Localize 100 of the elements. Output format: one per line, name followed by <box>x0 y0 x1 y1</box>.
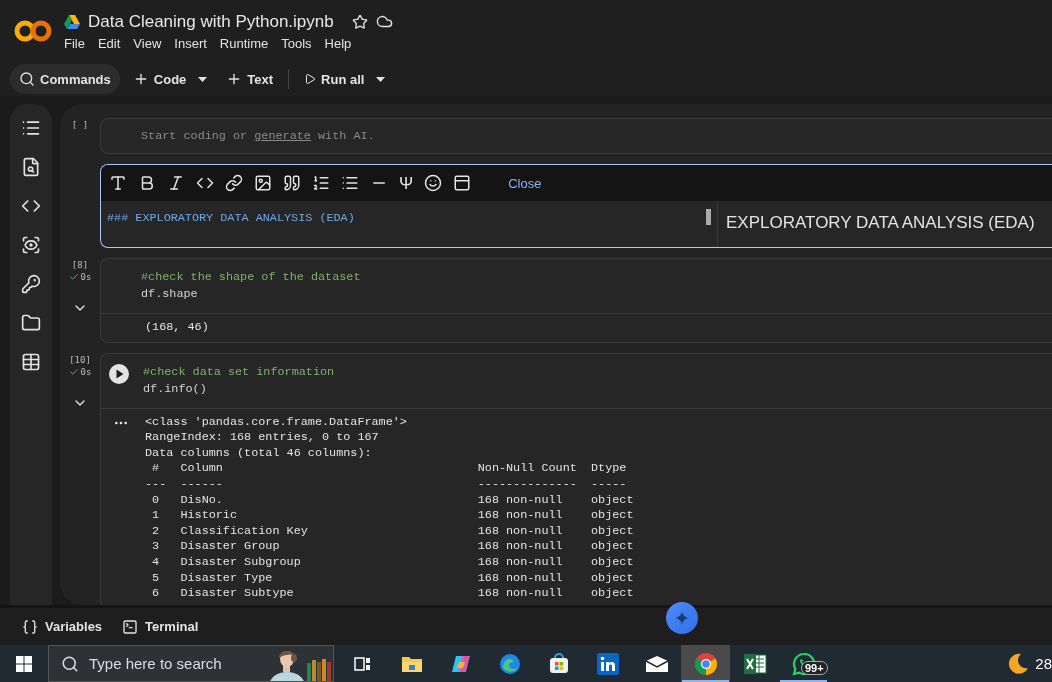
latex-button[interactable]: Ψ <box>399 174 414 192</box>
cloud-icon[interactable] <box>375 13 393 30</box>
table-cell-text: Disaster Type <box>180 570 274 587</box>
table-cell-text: 3 <box>151 539 161 555</box>
code-comment: #check the shape of the dataset <box>141 269 361 286</box>
run-cell-button[interactable] <box>109 363 129 384</box>
header-rule: ----- <box>591 476 628 493</box>
column-header: # <box>151 461 161 477</box>
table-cell-text: 6 <box>151 586 161 602</box>
commands-button[interactable]: Commands <box>10 64 120 94</box>
panel-icon[interactable] <box>453 174 472 192</box>
copilot-icon <box>449 653 472 674</box>
code-cell[interactable] <box>100 352 1052 605</box>
menu-item[interactable]: Help <box>324 35 352 51</box>
quote-icon[interactable] <box>283 174 301 192</box>
generate-link[interactable]: generate <box>254 129 311 143</box>
column-header: Column <box>180 461 224 477</box>
drive-icon <box>64 14 80 29</box>
search-icon <box>19 71 35 87</box>
colab-logo[interactable] <box>14 20 52 42</box>
text-cell[interactable]: Ψ Close ### EXPLORATORY DATA ANALYSIS (EDA) EXPLORATORY DATA ANALYSIS (EDA) <box>100 164 1052 248</box>
header-rule: -------------- <box>477 476 578 493</box>
table-cell-text: 168 non-null <box>477 539 564 555</box>
linkedin-icon <box>596 652 619 675</box>
search-icon <box>61 654 79 673</box>
table-cell-text: Disaster Subgroup <box>180 554 302 571</box>
folder-icon[interactable] <box>21 313 41 333</box>
menu-item[interactable]: View <box>133 35 162 51</box>
table-cell-text: 168 non-null <box>477 570 564 587</box>
add-button[interactable]: Text <box>217 64 283 94</box>
table-cell: object <box>591 492 634 509</box>
run-all-button[interactable]: Run all <box>295 64 367 94</box>
code-line: df.info() <box>143 380 208 398</box>
column-header: Non-Null Count <box>477 461 578 477</box>
mail-icon <box>644 654 669 673</box>
key-icon[interactable] <box>21 274 41 294</box>
terminal-icon <box>122 618 139 635</box>
add-button[interactable]: Code <box>123 64 189 94</box>
emoji-icon[interactable] <box>424 174 443 192</box>
table-cell-text: Classification Key <box>180 523 309 540</box>
table-cell-text: 0 <box>151 492 161 509</box>
output-line: RangeIndex: 168 entries, 0 to 167 <box>145 430 380 446</box>
execution-count: [10] <box>69 354 91 365</box>
table-cell: object <box>591 554 634 571</box>
table-cell-text: Historic <box>180 508 239 524</box>
find-icon[interactable] <box>21 157 41 177</box>
code-line: df.shape <box>141 286 199 303</box>
menu-item[interactable]: Runtime <box>219 35 269 51</box>
star-icon[interactable] <box>351 13 368 30</box>
play-icon <box>304 73 317 85</box>
table-cell-text: 2 <box>151 523 161 540</box>
header-rule: --- <box>145 476 168 493</box>
moon-icon <box>1007 652 1030 675</box>
notification-badge: 99+ <box>801 661 828 675</box>
eye-icon[interactable] <box>21 235 41 255</box>
chrome-icon <box>693 651 718 676</box>
table-cell-text: DisNo. <box>180 492 224 509</box>
menu-item[interactable]: Tools <box>281 35 312 51</box>
table-cell-text: 168 non-null <box>477 586 564 602</box>
braces-icon <box>22 618 38 635</box>
column-header: Dtype <box>591 461 628 477</box>
taskbar-app[interactable]: 99+ <box>779 645 828 682</box>
contents-icon[interactable] <box>21 118 41 138</box>
output-line: Data columns (total 46 columns): <box>145 445 373 462</box>
italic-icon[interactable] <box>167 174 185 192</box>
markdown-preview: EXPLORATORY DATA ANALYSIS (EDA) <box>725 212 1036 234</box>
execution-count: [ ] <box>71 120 89 130</box>
run-duration: 0s <box>80 272 92 282</box>
scrollbar[interactable] <box>706 209 711 225</box>
notebook-title[interactable]: Data Cleaning with Python.ipynb <box>88 11 334 32</box>
close-button[interactable]: Close <box>508 175 542 191</box>
search-field[interactable]: Type here to search <box>48 645 334 682</box>
table-icon[interactable] <box>21 352 41 372</box>
code-cell[interactable]: Start coding or generate with AI. <box>100 118 1052 154</box>
terminal-button[interactable]: Terminal <box>122 618 199 635</box>
markdown-editor[interactable]: ### EXPLORATORY DATA ANALYSIS (EDA) <box>101 201 718 247</box>
table-cell: object <box>591 539 634 555</box>
windows-icon[interactable] <box>16 655 32 672</box>
output-line: (168, 46) <box>145 320 209 336</box>
code-comment: #check data set information <box>143 363 335 381</box>
code-cell[interactable]: #check the shape of the dataset df.shape (168, 46) <box>100 258 1052 343</box>
bullet-list-icon[interactable] <box>341 174 359 192</box>
table-cell-text: Disaster Group <box>180 539 281 555</box>
text-size-icon[interactable] <box>109 174 127 192</box>
variables-button[interactable]: Variables <box>22 618 103 635</box>
link-icon[interactable] <box>225 174 243 192</box>
store-icon <box>547 652 570 675</box>
menu-item[interactable]: File <box>64 35 85 51</box>
menu-item[interactable]: Edit <box>97 35 121 51</box>
table-cell-text: 168 non-null <box>477 492 564 509</box>
task-view-icon <box>353 654 372 673</box>
numbered-list-icon[interactable] <box>312 174 330 192</box>
table-cell: object <box>591 586 634 602</box>
table-cell-text: 1 <box>151 508 161 524</box>
table-cell-text: Disaster Subtype <box>180 586 295 602</box>
image-icon[interactable] <box>254 174 272 192</box>
menu-item[interactable]: Insert <box>174 35 207 51</box>
temperature: 28 <box>1035 655 1052 672</box>
folder-icon <box>400 654 423 673</box>
table-cell-text: 168 non-null <box>477 523 564 540</box>
